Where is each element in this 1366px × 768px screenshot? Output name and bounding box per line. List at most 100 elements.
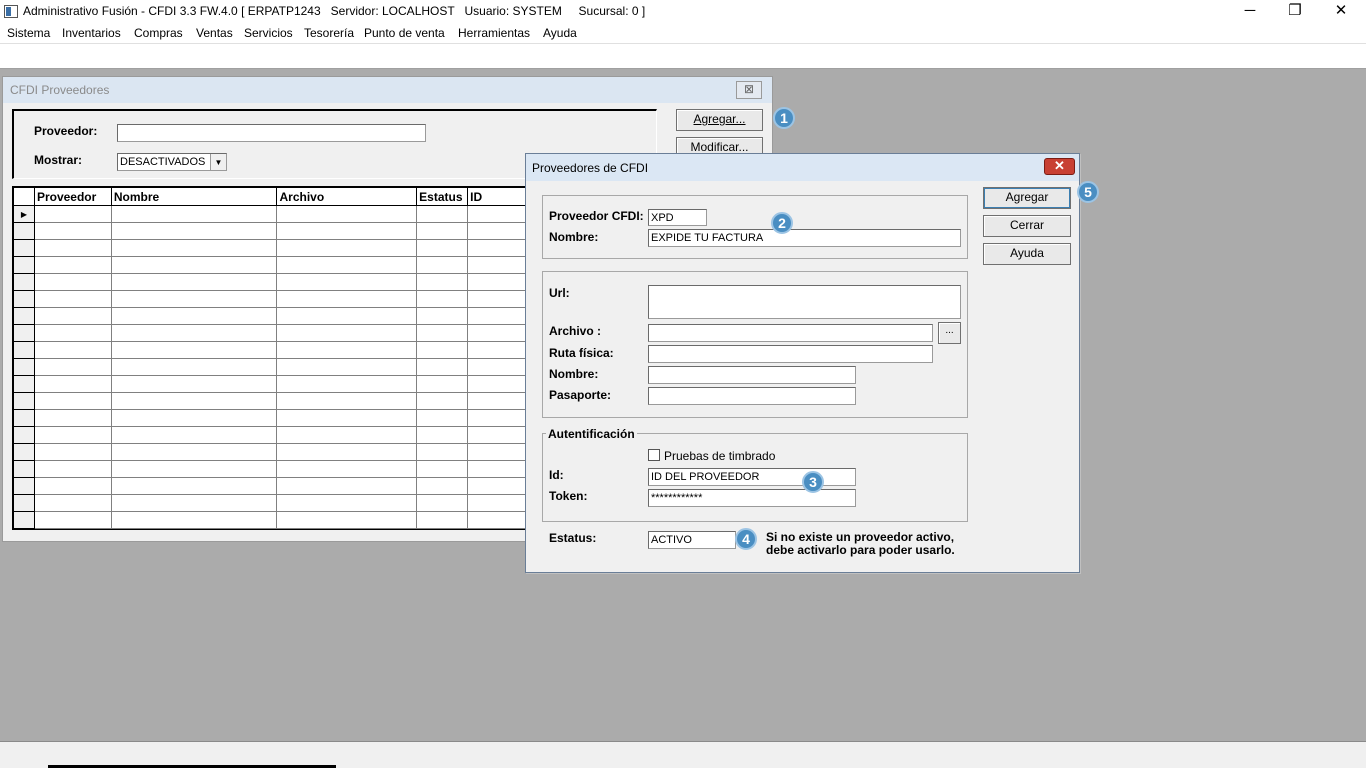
table-cell[interactable]	[33, 511, 112, 529]
table-row[interactable]	[13, 375, 536, 393]
table-cell[interactable]	[276, 222, 418, 240]
id-field[interactable]: ID DEL PROVEEDOR	[648, 468, 856, 486]
restore-button[interactable]: ❐	[1272, 0, 1318, 24]
table-cell[interactable]	[33, 392, 112, 410]
table-cell[interactable]	[416, 477, 469, 495]
table-cell[interactable]	[276, 324, 418, 342]
table-cell[interactable]	[33, 307, 112, 325]
table-cell[interactable]	[33, 460, 112, 478]
mostrar-select[interactable]: DESACTIVADOS ▼	[117, 153, 227, 171]
table-cell[interactable]	[276, 205, 418, 223]
table-row[interactable]	[13, 324, 536, 342]
chevron-down-icon[interactable]: ▼	[210, 154, 226, 170]
table-cell[interactable]	[276, 392, 418, 410]
ruta-fisica-field[interactable]	[648, 345, 933, 363]
table-cell[interactable]	[33, 222, 112, 240]
table-cell[interactable]	[276, 341, 418, 359]
url-field[interactable]	[648, 285, 961, 319]
table-row[interactable]	[13, 460, 536, 478]
menu-punto-de-venta[interactable]: Punto de venta	[364, 26, 445, 40]
table-cell[interactable]	[416, 392, 469, 410]
table-cell[interactable]	[416, 375, 469, 393]
table-cell[interactable]	[276, 375, 418, 393]
table-cell[interactable]	[33, 341, 112, 359]
table-cell[interactable]	[276, 307, 418, 325]
table-row[interactable]	[13, 392, 536, 410]
estatus-select[interactable]: ACTIVO	[648, 531, 736, 549]
table-cell[interactable]	[276, 273, 418, 291]
menu-servicios[interactable]: Servicios	[244, 26, 293, 40]
table-cell[interactable]	[416, 324, 469, 342]
table-cell[interactable]	[110, 222, 278, 240]
menu-sistema[interactable]: Sistema	[7, 26, 50, 40]
dialog-agregar-button[interactable]: Agregar	[983, 187, 1071, 209]
menu-inventarios[interactable]: Inventarios	[62, 26, 121, 40]
dialog-close-icon[interactable]: ✕	[1044, 158, 1075, 175]
table-cell[interactable]	[110, 239, 278, 257]
table-cell[interactable]	[416, 239, 469, 257]
nombre-archivo-field[interactable]	[648, 366, 856, 384]
table-cell[interactable]	[33, 290, 112, 308]
table-row[interactable]	[13, 341, 536, 359]
pasaporte-field[interactable]	[648, 387, 856, 405]
table-row[interactable]	[13, 273, 536, 291]
agregar-proveedor-button[interactable]: Agregar...	[676, 109, 763, 131]
menu-compras[interactable]: Compras	[134, 26, 183, 40]
table-cell[interactable]	[110, 307, 278, 325]
pruebas-timbrado-checkbox[interactable]	[648, 449, 660, 461]
table-cell[interactable]	[110, 324, 278, 342]
table-cell[interactable]	[416, 290, 469, 308]
proveedor-cfdi-field[interactable]: XPD	[648, 209, 707, 226]
table-cell[interactable]	[33, 443, 112, 461]
table-cell[interactable]	[110, 205, 278, 223]
table-cell[interactable]	[416, 307, 469, 325]
table-cell[interactable]	[33, 205, 112, 223]
table-cell[interactable]	[276, 494, 418, 512]
table-cell[interactable]	[416, 222, 469, 240]
table-cell[interactable]	[33, 426, 112, 444]
table-cell[interactable]	[110, 477, 278, 495]
table-row[interactable]	[13, 222, 536, 240]
menu-ayuda[interactable]: Ayuda	[543, 26, 577, 40]
table-cell[interactable]	[276, 290, 418, 308]
table-row[interactable]	[13, 494, 536, 512]
menu-herramientas[interactable]: Herramientas	[458, 26, 530, 40]
table-cell[interactable]	[276, 443, 418, 461]
dialog-ayuda-button[interactable]: Ayuda	[983, 243, 1071, 265]
table-cell[interactable]	[276, 460, 418, 478]
close-icon[interactable]: ⊠	[736, 81, 762, 99]
table-cell[interactable]	[276, 256, 418, 274]
table-row[interactable]	[13, 256, 536, 274]
table-cell[interactable]	[110, 358, 278, 376]
table-cell[interactable]	[416, 358, 469, 376]
column-header-nombre[interactable]: Nombre	[110, 187, 278, 206]
table-row[interactable]	[13, 443, 536, 461]
table-cell[interactable]	[110, 443, 278, 461]
table-cell[interactable]	[276, 239, 418, 257]
table-row[interactable]	[13, 511, 536, 529]
column-header-archivo[interactable]: Archivo	[276, 187, 418, 206]
table-row[interactable]	[13, 426, 536, 444]
table-cell[interactable]	[110, 409, 278, 427]
table-row[interactable]	[13, 477, 536, 495]
column-header-estatus[interactable]: Estatus	[416, 187, 469, 206]
table-cell[interactable]	[416, 256, 469, 274]
minimize-button[interactable]: ─	[1227, 0, 1273, 24]
table-cell[interactable]	[33, 256, 112, 274]
table-cell[interactable]	[416, 273, 469, 291]
providers-grid[interactable]: Proveedor Nombre Archivo Estatus ID ▶	[12, 186, 537, 530]
table-row[interactable]: ▶	[13, 205, 536, 223]
table-cell[interactable]	[276, 358, 418, 376]
proveedor-search-input[interactable]	[117, 124, 426, 142]
table-cell[interactable]	[33, 375, 112, 393]
table-cell[interactable]	[416, 205, 469, 223]
table-cell[interactable]	[33, 324, 112, 342]
table-cell[interactable]	[416, 443, 469, 461]
table-cell[interactable]	[416, 426, 469, 444]
table-cell[interactable]	[276, 511, 418, 529]
nombre-field[interactable]: EXPIDE TU FACTURA	[648, 229, 961, 247]
close-button[interactable]: ✕	[1318, 0, 1364, 24]
table-cell[interactable]	[110, 494, 278, 512]
table-cell[interactable]	[110, 392, 278, 410]
token-field[interactable]: ************	[648, 489, 856, 507]
